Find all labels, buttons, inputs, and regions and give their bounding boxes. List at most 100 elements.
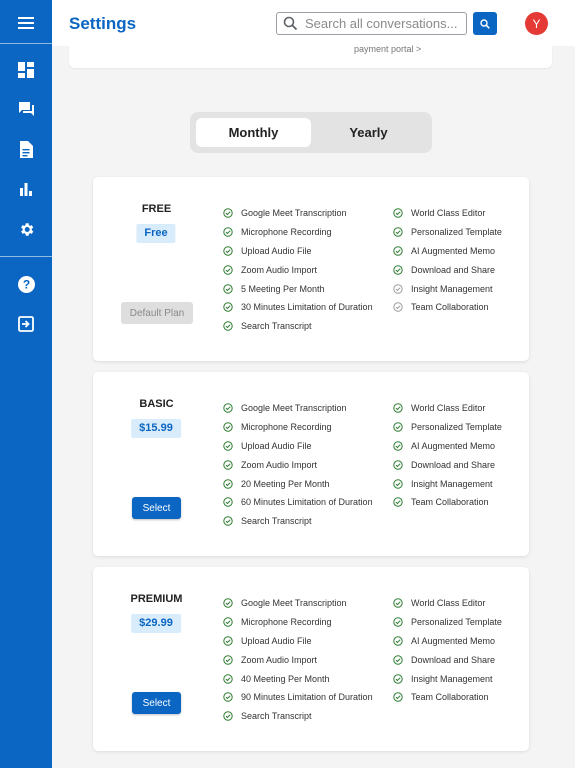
- feature-label: Personalized Template: [411, 617, 502, 628]
- feature-item: Upload Audio File: [223, 437, 373, 456]
- feature-label: Upload Audio File: [241, 635, 312, 646]
- select-plan-button[interactable]: Select: [132, 497, 181, 519]
- check-circle-icon: [223, 441, 233, 451]
- menu-icon[interactable]: [0, 11, 52, 35]
- check-circle-icon: [223, 208, 233, 219]
- feature-list-left: Google Meet Transcription Microphone Reco…: [223, 594, 373, 726]
- feature-label: Team Collaboration: [411, 302, 489, 313]
- user-avatar[interactable]: Y: [525, 12, 548, 35]
- feature-label: 5 Meeting Per Month: [241, 283, 325, 294]
- search-box[interactable]: [276, 12, 467, 35]
- feature-label: Download and Share: [411, 264, 496, 275]
- feature-item: Download and Share: [393, 455, 502, 474]
- feature-item: Team Collaboration: [393, 493, 502, 512]
- feature-label: World Class Editor: [411, 208, 486, 219]
- feature-label: Microphone Recording: [241, 617, 332, 628]
- feature-label: Zoom Audio Import: [241, 264, 318, 275]
- dashboard-icon[interactable]: [0, 58, 52, 82]
- feature-label: Team Collaboration: [411, 497, 489, 508]
- plan-card-basic: BASIC $15.99 Select Google Meet Transcri…: [93, 372, 529, 556]
- check-circle-icon: [393, 673, 403, 684]
- payment-portal-link[interactable]: payment portal >: [354, 44, 421, 54]
- svg-text:?: ?: [22, 277, 29, 291]
- feature-item: Google Meet Transcription: [223, 399, 373, 418]
- check-circle-icon: [393, 422, 403, 432]
- feature-label: 60 Minutes Limitation of Duration: [241, 497, 373, 508]
- feature-label: Download and Share: [411, 654, 496, 665]
- feature-item: Personalized Template: [393, 613, 502, 632]
- check-circle-icon: [223, 497, 233, 508]
- conversations-icon[interactable]: [0, 97, 52, 121]
- feature-list-right: World Class Editor Personalized Template A…: [393, 399, 502, 512]
- check-circle-icon: [223, 655, 233, 665]
- check-circle-icon: [223, 246, 233, 256]
- check-circle-icon: [223, 283, 233, 294]
- feature-label: Personalized Template: [411, 227, 502, 238]
- feature-item: Upload Audio File: [223, 632, 373, 651]
- search-button[interactable]: [473, 12, 497, 35]
- feature-item: Microphone Recording: [223, 223, 373, 242]
- plan-name: BASIC: [139, 398, 174, 410]
- feature-item: 40 Meeting Per Month: [223, 669, 373, 688]
- plan-price-badge: Free: [136, 224, 176, 243]
- search-input[interactable]: [305, 15, 463, 32]
- check-circle-icon: [393, 208, 403, 219]
- plan-name: PREMIUM: [130, 593, 183, 605]
- feature-item: Team Collaboration: [393, 688, 502, 707]
- feature-item: Search Transcript: [223, 512, 373, 531]
- check-circle-icon: [393, 460, 403, 470]
- check-circle-icon: [223, 478, 233, 489]
- check-circle-icon: [223, 460, 233, 470]
- feature-item: Google Meet Transcription: [223, 594, 373, 613]
- check-circle-icon: [393, 265, 403, 275]
- feature-item: Personalized Template: [393, 223, 502, 242]
- check-circle-icon: [393, 441, 403, 451]
- feature-label: 40 Meeting Per Month: [241, 673, 330, 684]
- tab-monthly[interactable]: Monthly: [196, 118, 311, 147]
- feature-item: AI Augmented Memo: [393, 437, 502, 456]
- feature-label: 20 Meeting Per Month: [241, 478, 330, 489]
- feature-label: Google Meet Transcription: [241, 403, 347, 414]
- feature-item: Upload Audio File: [223, 242, 373, 261]
- feature-label: Google Meet Transcription: [241, 208, 347, 219]
- feature-item: Search Transcript: [223, 317, 373, 336]
- tab-yearly[interactable]: Yearly: [311, 118, 426, 147]
- default-plan-button[interactable]: Default Plan: [121, 302, 193, 324]
- document-icon[interactable]: [0, 137, 52, 161]
- analytics-icon[interactable]: [0, 177, 52, 201]
- check-circle-icon: [393, 655, 403, 665]
- feature-item: Microphone Recording: [223, 613, 373, 632]
- help-icon[interactable]: ?: [0, 272, 52, 296]
- plan-price-badge: $15.99: [131, 419, 181, 438]
- select-plan-button[interactable]: Select: [132, 692, 181, 714]
- check-circle-icon: [223, 403, 233, 414]
- subscription-info-card: payment portal >: [69, 44, 552, 68]
- feature-label: Zoom Audio Import: [241, 654, 318, 665]
- feature-item: Microphone Recording: [223, 418, 373, 437]
- top-header: Settings Y: [52, 0, 575, 46]
- feature-label: Zoom Audio Import: [241, 459, 318, 470]
- check-circle-icon: [393, 283, 403, 294]
- feature-item: World Class Editor: [393, 594, 502, 613]
- sidebar-divider: [0, 256, 52, 257]
- feature-item: Download and Share: [393, 650, 502, 669]
- check-circle-icon: [393, 478, 403, 489]
- logout-icon[interactable]: [0, 312, 52, 336]
- feature-label: Insight Management: [411, 478, 493, 489]
- feature-label: Download and Share: [411, 459, 496, 470]
- check-circle-icon: [393, 246, 403, 256]
- check-circle-icon: [393, 617, 403, 627]
- feature-label: AI Augmented Memo: [411, 440, 496, 451]
- plan-card-premium: PREMIUM $29.99 Select Google Meet Transc…: [93, 567, 529, 751]
- page-title: Settings: [69, 14, 137, 33]
- settings-gear-icon[interactable]: [0, 217, 52, 241]
- check-circle-icon: [223, 598, 233, 609]
- plan-card-free: FREE Free Default Plan Google Meet Trans…: [93, 177, 529, 361]
- feature-label: World Class Editor: [411, 403, 486, 414]
- feature-label: Search Transcript: [241, 516, 312, 527]
- feature-item: Zoom Audio Import: [223, 455, 373, 474]
- plan-price-badge: $29.99: [131, 614, 181, 633]
- feature-item: 90 Minutes Limitation of Duration: [223, 688, 373, 707]
- check-circle-icon: [393, 497, 403, 508]
- feature-label: Search Transcript: [241, 711, 312, 722]
